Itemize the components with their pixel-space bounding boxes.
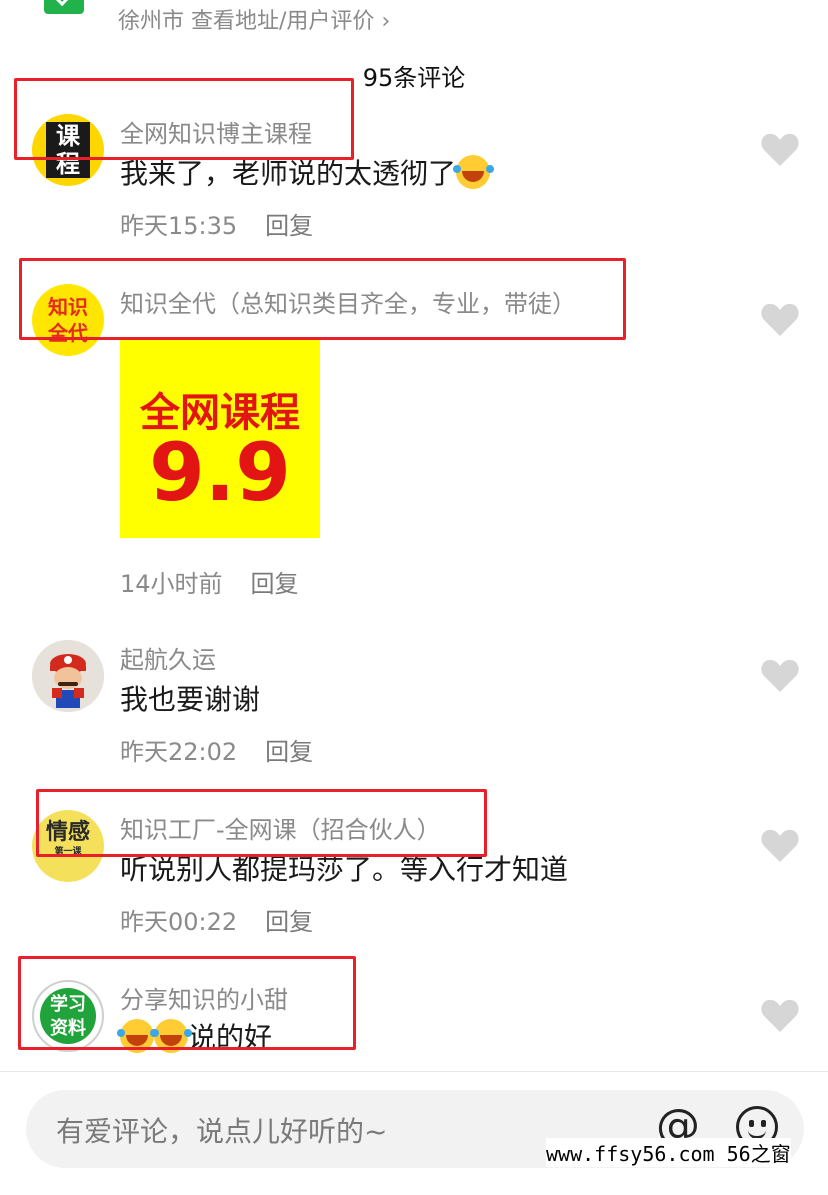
mario-avatar-icon (32, 640, 104, 712)
location-badge-icon (44, 0, 84, 14)
location-text[interactable]: 徐州市 查看地址/用户评价 › (118, 3, 390, 35)
highlight-box (18, 956, 356, 1050)
comment-meta: 昨天00:22 回复 (120, 902, 313, 937)
view-address-link[interactable]: 查看地址/用户评价 (191, 9, 374, 34)
highlight-box (14, 78, 354, 160)
heart-icon[interactable] (760, 302, 800, 338)
comment-time: 14小时前 (120, 570, 223, 598)
avatar[interactable] (32, 640, 104, 712)
heart-icon[interactable] (760, 658, 800, 694)
city-label: 徐州市 (118, 9, 185, 34)
promo-image[interactable]: 全网课程 9.9 (120, 340, 320, 538)
reply-button[interactable]: 回复 (265, 212, 313, 240)
comment-meta: 昨天15:35 回复 (120, 206, 313, 241)
comment-meta: 14小时前 回复 (120, 564, 299, 599)
comment-input-placeholder: 有爱评论，说点儿好听的~ (56, 1115, 388, 1148)
reply-button[interactable]: 回复 (265, 908, 313, 936)
comment-meta: 昨天22:02 回复 (120, 732, 313, 767)
comment-text: 我也要谢谢 (120, 683, 261, 716)
location-row[interactable]: 徐州市 查看地址/用户评价 › (40, 0, 740, 34)
promo-price: 9.9 (149, 426, 291, 519)
chevron-right-icon: › (381, 9, 391, 34)
comment-author[interactable]: 起航久运 (120, 640, 216, 675)
highlight-box (19, 258, 626, 340)
divider (0, 1071, 828, 1072)
comment-text-content: 我来了，老师说的太透彻了 (120, 157, 457, 190)
highlight-box (36, 789, 487, 857)
heart-icon[interactable] (760, 828, 800, 864)
reply-button[interactable]: 回复 (265, 738, 313, 766)
heart-icon[interactable] (760, 132, 800, 168)
watermark: www.ffsy56.com 56之窗 (546, 1138, 791, 1167)
heart-icon[interactable] (760, 998, 800, 1034)
comment-time: 昨天00:22 (120, 908, 238, 936)
rofl-emoji-icon (453, 155, 491, 189)
reply-button[interactable]: 回复 (251, 570, 299, 598)
comment-time: 昨天22:02 (120, 738, 238, 766)
comment-time: 昨天15:35 (120, 212, 238, 240)
